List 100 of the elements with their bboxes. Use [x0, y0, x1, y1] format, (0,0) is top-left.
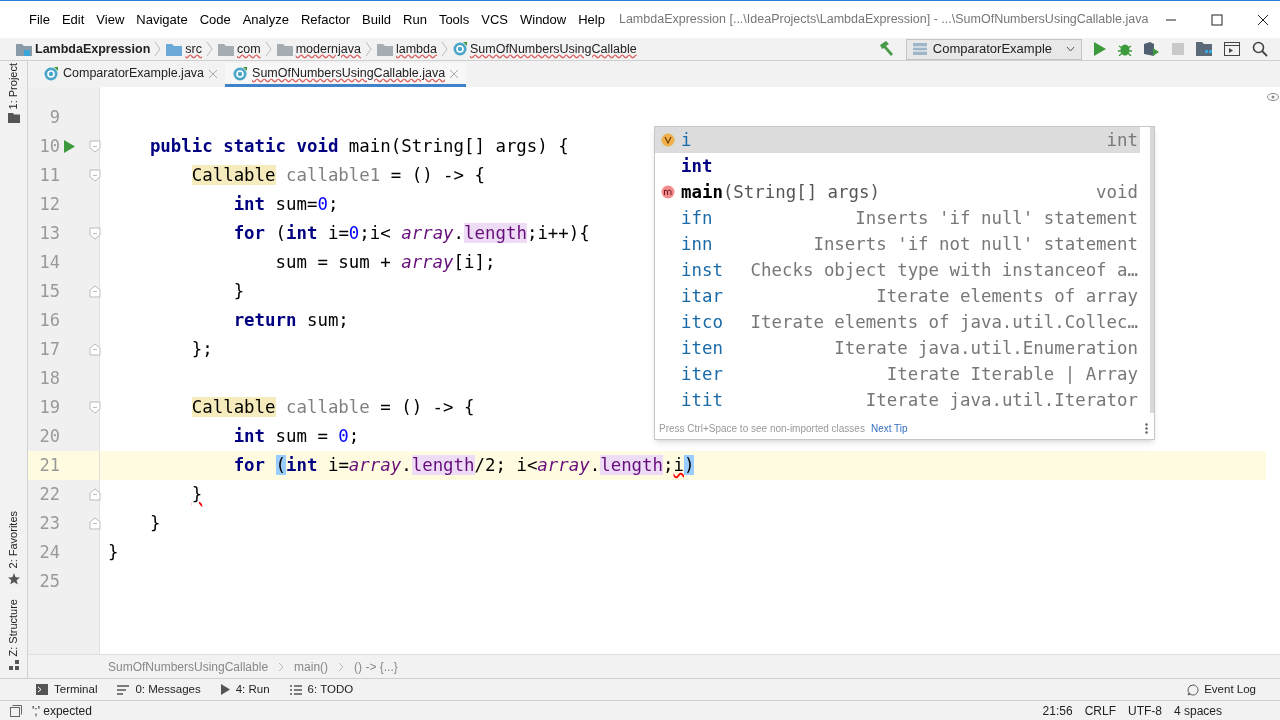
chevron-icon	[154, 41, 163, 57]
line-number: 12	[38, 192, 60, 216]
code-line: return sum;	[232, 309, 349, 333]
menu-item[interactable]: Analyze	[236, 9, 295, 30]
menu-item[interactable]: Code	[193, 9, 237, 30]
line-number: 25	[38, 569, 60, 593]
breadcrumb-item[interactable]: LambdaExpression	[35, 39, 151, 59]
search-icon	[1252, 41, 1268, 57]
breadcrumb-item[interactable]: SumOfNumbersUsingCallable	[469, 39, 637, 59]
speech-bubble-icon	[1187, 683, 1200, 696]
panel-icon	[10, 704, 22, 717]
hammer-icon	[877, 41, 894, 57]
inspection-ok-icon	[1267, 93, 1279, 101]
event-log-button[interactable]: Event Log	[1187, 680, 1256, 699]
breadcrumb-item[interactable]: lambda	[395, 39, 437, 59]
menu-item[interactable]: VCS	[475, 9, 514, 30]
completion-item[interactable]: ifn Inserts 'if null' statement	[655, 205, 1140, 231]
code-line: for (int i=array.length/2; i<array.length;i)	[232, 454, 695, 478]
variable-icon	[661, 133, 675, 147]
code-line: int sum=0;	[232, 193, 339, 217]
tool-window-button[interactable]: Terminal	[36, 680, 98, 699]
completion-item[interactable]: int	[655, 153, 1140, 179]
tool-window-tab[interactable]: 1: Project	[5, 63, 22, 110]
code-line: Callable callable = () -> {	[190, 396, 475, 420]
breadcrumb-item[interactable]: src	[185, 39, 202, 59]
completion-item[interactable]: itar Iterate elements of array	[655, 283, 1140, 309]
status-item[interactable]: 21:56	[1042, 701, 1073, 720]
menu-item[interactable]: Window	[513, 9, 573, 30]
code-line: public static void main(String[] args) {	[148, 135, 569, 159]
code-line: }	[190, 483, 203, 507]
coverage-icon	[1144, 42, 1160, 56]
project-structure-icon	[1196, 42, 1212, 56]
folder-icon	[218, 42, 234, 56]
line-number: 20	[38, 424, 60, 448]
close-icon	[1257, 13, 1270, 26]
menu-item[interactable]: Help	[572, 9, 611, 30]
breadcrumb-item[interactable]: modernjava	[295, 39, 361, 59]
line-number: 15	[38, 279, 60, 303]
folder-icon	[7, 113, 20, 124]
code-line: int sum = 0;	[232, 425, 360, 449]
tool-window-tab[interactable]: Z: Structure	[5, 598, 22, 656]
chevron-icon	[264, 41, 273, 57]
menu-item[interactable]: Run	[397, 9, 433, 30]
chevron-icon	[338, 661, 345, 672]
completion-item[interactable]: iten Iterate java.util.Enumeration	[655, 335, 1140, 361]
line-number: 14	[38, 250, 60, 274]
next-tip-link[interactable]: Next Tip	[870, 420, 908, 436]
menu-item[interactable]: Tools	[432, 9, 476, 30]
status-item[interactable]: UTF-8	[1127, 701, 1162, 720]
completion-item[interactable]: itco Iterate elements of java.util.Collec…	[655, 309, 1140, 335]
tool-window-button[interactable]: 0: Messages	[117, 680, 201, 699]
method-icon	[661, 185, 675, 199]
completion-item[interactable]: inst Checks object type with instanceof a…	[655, 257, 1140, 283]
run-icon	[220, 684, 230, 695]
menu-item[interactable]: Navigate	[130, 9, 194, 30]
menu-item[interactable]: Refactor	[294, 9, 357, 30]
line-number: 10	[38, 134, 60, 158]
menu-item[interactable]: Build	[356, 9, 397, 30]
bug-icon	[1118, 42, 1132, 56]
line-number: 16	[38, 308, 60, 332]
completion-item[interactable]: i int	[655, 127, 1140, 153]
menu-item[interactable]: View	[90, 9, 131, 30]
class-icon	[44, 66, 58, 81]
status-item[interactable]: 4 spaces	[1173, 701, 1222, 720]
more-icon	[1145, 422, 1148, 434]
line-number: 13	[38, 221, 60, 245]
config-icon	[912, 43, 927, 55]
class-icon	[452, 42, 467, 56]
line-number: 11	[38, 163, 60, 187]
status-message: ';' expected	[32, 702, 92, 720]
status-item[interactable]: CRLF	[1084, 701, 1116, 720]
window-icon	[1224, 42, 1240, 56]
folder-icon	[166, 42, 183, 56]
run-config-dropdown[interactable]: ComparatorExample	[905, 38, 1082, 60]
code-line: Callable callable1 = () -> {	[190, 164, 485, 188]
line-number: 21	[38, 453, 60, 477]
maximize-icon	[1211, 13, 1224, 26]
editor-tab[interactable]: SumOfNumbersUsingCallable.java	[225, 63, 467, 87]
line-number: 23	[38, 511, 60, 535]
hint-text: Press Ctrl+Space to see non-imported classes	[659, 421, 865, 436]
line-number: 17	[38, 337, 60, 361]
code-line: }	[148, 512, 161, 536]
chevron-icon	[364, 41, 373, 57]
completion-item[interactable]: iter Iterate Iterable | Array	[655, 361, 1140, 387]
tool-window-button[interactable]: 4: Run	[220, 680, 270, 699]
project-folder-icon	[16, 42, 32, 56]
tool-window-tab[interactable]: 2: Favorites	[5, 511, 22, 569]
code-line: sum = sum + array[i];	[274, 251, 496, 275]
breadcrumb-item[interactable]: com	[237, 39, 261, 59]
editor-tab[interactable]: ComparatorExample.java	[36, 63, 226, 87]
menu-item[interactable]: File	[23, 9, 56, 30]
menu-item[interactable]: Edit	[55, 9, 91, 30]
tool-window-button[interactable]: 6: TODO	[289, 680, 354, 699]
window-title: LambdaExpression [...\IdeaProjects\LambdaExpression] - ...\SumOfNumbersUsingCallable.java	[618, 11, 1149, 29]
completion-item[interactable]: main(String[] args) void	[655, 179, 1140, 205]
completion-item[interactable]: itit Iterate java.util.Iterator	[655, 387, 1140, 413]
messages-icon	[117, 684, 130, 695]
completion-item[interactable]: inn Inserts 'if not null' statement	[655, 231, 1140, 257]
code-line: }	[108, 541, 119, 565]
star-icon	[7, 572, 20, 585]
